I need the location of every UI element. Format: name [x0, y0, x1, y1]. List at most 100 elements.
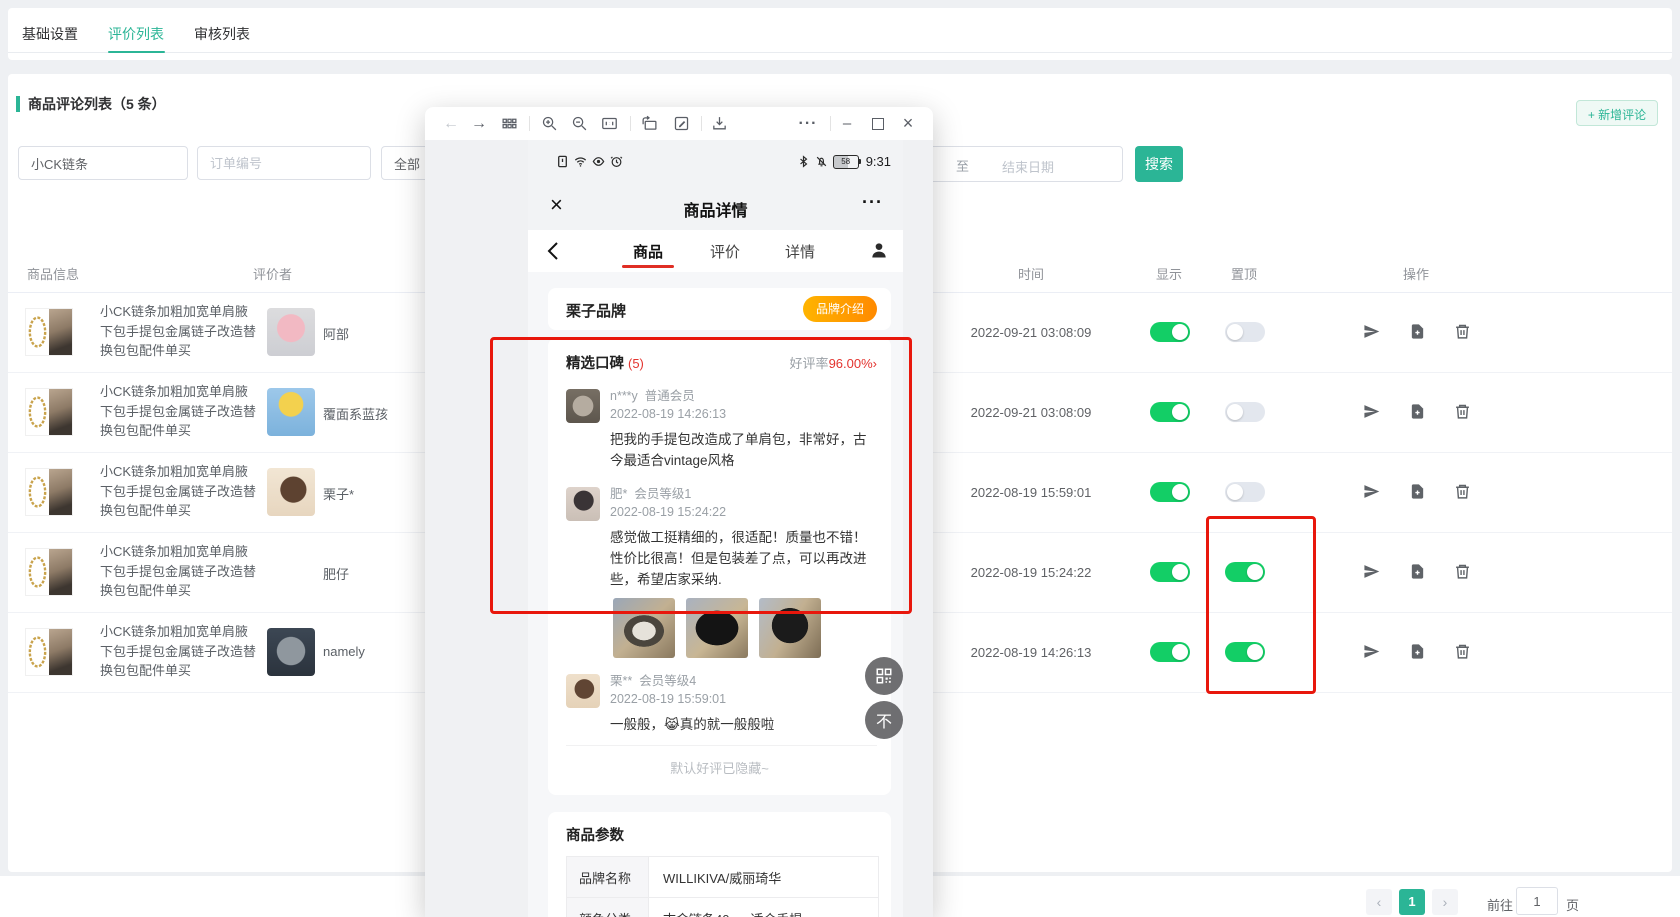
- col-product-info: 商品信息: [27, 264, 79, 283]
- top-toggle[interactable]: [1225, 322, 1265, 342]
- export-file-icon[interactable]: [1409, 323, 1426, 340]
- keyword-input[interactable]: [18, 146, 188, 180]
- product-thumbnail[interactable]: [25, 308, 73, 356]
- user-icon[interactable]: [869, 240, 889, 265]
- product-thumbnail[interactable]: [25, 388, 73, 436]
- trash-icon[interactable]: [1454, 323, 1471, 340]
- params-card: 商品参数 品牌名称WILLIKIVA/威丽琦华颜色分类古金链条40cm 适合手提: [548, 812, 891, 917]
- phone-screen: 58 9:31 × 商品详情 ··· 商品 评价 详情 栗子品牌: [528, 140, 903, 917]
- export-file-icon[interactable]: [1409, 403, 1426, 420]
- tab-review-list[interactable]: 评价列表: [108, 24, 164, 44]
- param-value: 古金链条40cm 适合手提: [649, 898, 878, 917]
- bag-photo-3[interactable]: [759, 598, 821, 658]
- phone-active-tab-underline: [622, 265, 674, 268]
- pagination-goto-input[interactable]: [1516, 887, 1558, 915]
- reviewer-avatar: [267, 628, 315, 676]
- chain-image: [26, 549, 49, 595]
- end-date-placeholder[interactable]: 结束日期: [1002, 157, 1054, 176]
- review-time: 2022-08-19 14:26:13: [941, 645, 1121, 660]
- phone-tab-product[interactable]: 商品: [622, 241, 674, 262]
- product-thumbnail[interactable]: [25, 628, 73, 676]
- back-chevron-icon[interactable]: [544, 241, 562, 266]
- phone-tab-detail[interactable]: 详情: [774, 241, 826, 262]
- show-toggle[interactable]: [1150, 402, 1190, 422]
- show-toggle[interactable]: [1150, 482, 1190, 502]
- phone-review-item: n***y 普通会员2022-08-19 14:26:13 把我的手提包改造成了…: [566, 387, 877, 471]
- trash-icon[interactable]: [1454, 563, 1471, 580]
- product-title: 小CK链条加粗加宽单肩腋下包手提包金属链子改造替换包包配件单买: [100, 542, 258, 601]
- forward-arrow-icon[interactable]: →: [469, 107, 489, 140]
- brand-intro-button[interactable]: 品牌介绍: [803, 296, 877, 322]
- reviews-divider: [566, 745, 877, 746]
- grid-icon[interactable]: [499, 107, 519, 140]
- title-accent-bar: [16, 96, 20, 112]
- review-meta: 栗** 会员等级42022-08-19 15:59:01: [610, 672, 877, 708]
- pagination-page-1[interactable]: 1: [1399, 889, 1425, 915]
- bag-photo-1[interactable]: [613, 598, 675, 658]
- positive-rate-link[interactable]: 好评率96.00%›: [790, 353, 877, 372]
- phone-tab-bar: 商品 评价 详情: [528, 230, 903, 272]
- top-toggle[interactable]: [1225, 402, 1265, 422]
- show-toggle[interactable]: [1150, 642, 1190, 662]
- maximize-icon[interactable]: [868, 107, 888, 140]
- qr-code-float-button[interactable]: [865, 657, 903, 695]
- bag-image: [49, 389, 72, 435]
- show-toggle[interactable]: [1150, 322, 1190, 342]
- product-thumbnail[interactable]: [25, 468, 73, 516]
- add-review-button[interactable]: + 新增评论: [1576, 100, 1658, 126]
- rotate-icon[interactable]: [639, 107, 659, 140]
- product-thumbnail[interactable]: [25, 548, 73, 596]
- export-file-icon[interactable]: [1409, 643, 1426, 660]
- reviewer-name: 阿部: [323, 324, 349, 343]
- minimize-icon[interactable]: –: [837, 107, 857, 140]
- top-toggle[interactable]: [1225, 482, 1265, 502]
- tab-audit-list[interactable]: 审核列表: [194, 24, 250, 44]
- back-arrow-icon[interactable]: ←: [441, 107, 461, 140]
- bluetooth-icon: [797, 155, 810, 168]
- export-file-icon[interactable]: [1409, 563, 1426, 580]
- phone-review-item: 栗** 会员等级42022-08-19 15:59:01 一般般，😹真的就一般般…: [566, 672, 877, 735]
- eye-icon: [592, 155, 605, 168]
- trash-icon[interactable]: [1454, 483, 1471, 500]
- phone-preview-window: ← → ··· – ×: [425, 107, 933, 917]
- send-icon[interactable]: [1363, 403, 1380, 420]
- top-toggle[interactable]: [1225, 562, 1265, 582]
- close-icon[interactable]: ×: [898, 107, 918, 140]
- edit-icon[interactable]: [671, 107, 691, 140]
- one-to-one-icon[interactable]: [599, 107, 619, 140]
- reviewer-avatar: [267, 468, 315, 516]
- trash-icon[interactable]: [1454, 403, 1471, 420]
- reviewer-name: 栗子*: [323, 484, 354, 503]
- reviewer-name: 覆面系蓝孩: [323, 404, 388, 423]
- order-number-input[interactable]: [197, 146, 371, 180]
- panel-title: 商品评论列表（5 条）: [28, 94, 166, 114]
- tab-basic-settings[interactable]: 基础设置: [22, 24, 78, 44]
- pagination-prev-button[interactable]: ‹: [1366, 889, 1392, 915]
- pagination-next-button[interactable]: ›: [1432, 889, 1458, 915]
- active-tab-underline: [108, 51, 165, 53]
- col-time: 时间: [941, 264, 1121, 283]
- phone-header: × 商品详情 ···: [528, 184, 903, 230]
- wechat-more-icon[interactable]: ···: [862, 192, 883, 213]
- product-title: 小CK链条加粗加宽单肩腋下包手提包金属链子改造替换包包配件单买: [100, 462, 258, 521]
- show-toggle[interactable]: [1150, 562, 1190, 582]
- trash-icon[interactable]: [1454, 643, 1471, 660]
- download-icon[interactable]: [709, 107, 729, 140]
- top-toggle[interactable]: [1225, 642, 1265, 662]
- search-button[interactable]: 搜索: [1135, 146, 1183, 182]
- col-top: 置顶: [1231, 264, 1257, 283]
- reviews-count: (5): [628, 356, 644, 371]
- zoom-out-icon[interactable]: [569, 107, 589, 140]
- bu-float-button[interactable]: 不: [865, 701, 903, 739]
- more-icon[interactable]: ···: [797, 107, 819, 140]
- send-icon[interactable]: [1363, 483, 1380, 500]
- send-icon[interactable]: [1363, 563, 1380, 580]
- phone-tab-review[interactable]: 评价: [699, 241, 751, 262]
- send-icon[interactable]: [1363, 323, 1380, 340]
- zoom-in-icon[interactable]: [539, 107, 559, 140]
- review-text: 一般般，😹真的就一般般啦: [610, 714, 876, 735]
- page-tabs-bar: 基础设置 评价列表 审核列表: [8, 8, 1672, 60]
- bag-photo-2[interactable]: [686, 598, 748, 658]
- send-icon[interactable]: [1363, 643, 1380, 660]
- export-file-icon[interactable]: [1409, 483, 1426, 500]
